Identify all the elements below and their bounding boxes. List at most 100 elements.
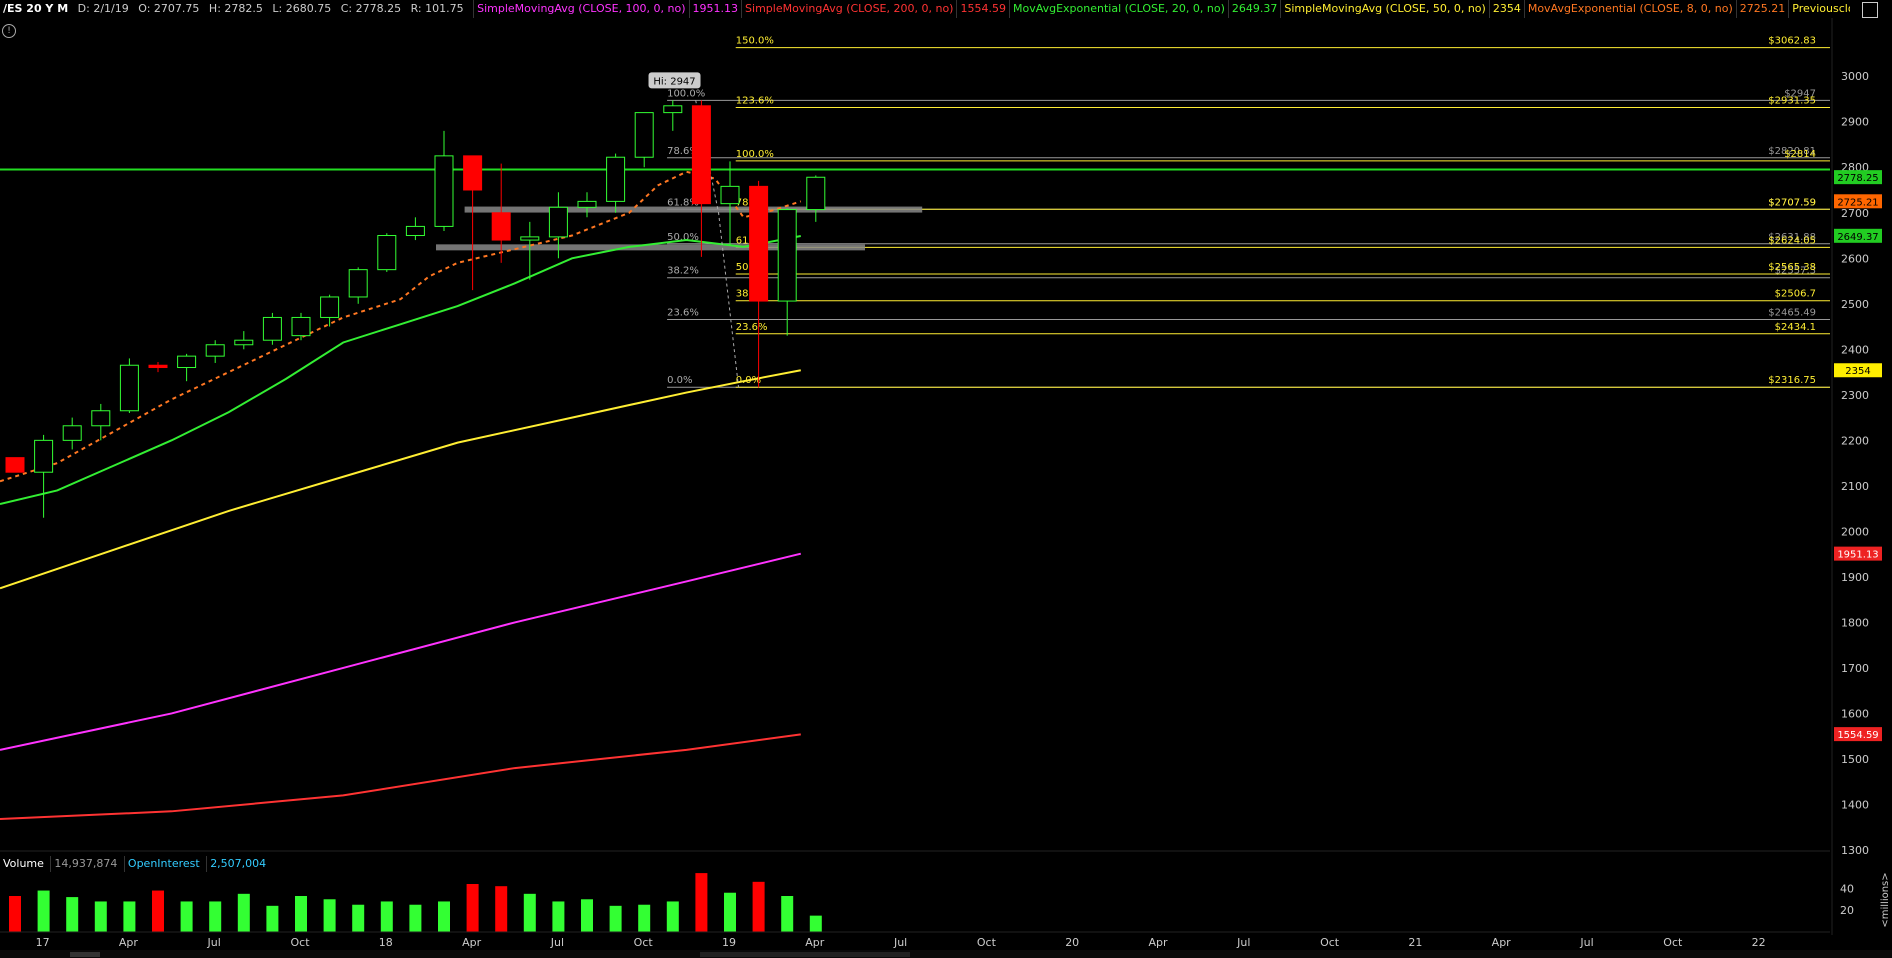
y-tick-label: 2300 <box>1841 389 1869 402</box>
fib-left-pct: 23.6% <box>736 322 768 333</box>
candle-up <box>377 235 397 271</box>
fib-right-price: $2465.49 <box>1768 308 1816 319</box>
fib-left-price: $3062.83 <box>1768 36 1816 47</box>
volume-bar <box>352 904 365 932</box>
fib-left-pct: 100.0% <box>736 149 774 160</box>
fib-right-pct: 100.0% <box>667 88 705 99</box>
x-tick-label: Apr <box>119 936 139 949</box>
x-tick-label: 21 <box>1408 936 1422 949</box>
y-tick-label: 2900 <box>1841 116 1869 129</box>
price-badge-label: 2354 <box>1845 366 1870 377</box>
volume-bar <box>180 901 193 932</box>
y-tick-label: 2000 <box>1841 525 1869 538</box>
volume-bar <box>781 896 794 932</box>
candle-up <box>606 156 626 202</box>
fib-left-price: $2316.75 <box>1768 375 1816 386</box>
candle-up <box>177 355 197 369</box>
price-badge-label: 1951.13 <box>1837 550 1878 561</box>
volume-bar <box>638 904 651 932</box>
fib-left-price: $2506.7 <box>1775 289 1816 300</box>
candle-up <box>348 269 368 298</box>
price-badge-label: 2725.21 <box>1837 197 1878 208</box>
volume-bar <box>380 901 393 932</box>
volume-bar <box>409 904 422 932</box>
x-tick-label: 19 <box>722 936 736 949</box>
volume-bar <box>523 893 536 932</box>
volume-bar <box>695 873 708 932</box>
support-zone <box>464 206 923 213</box>
x-tick-label: Jul <box>550 936 564 949</box>
fib-right-pct: 38.2% <box>667 266 699 277</box>
volume-bar <box>581 899 593 932</box>
price-chart[interactable]: 1300 1400 1500 1600 1700 1800 1900 2000 2100 2200… <box>0 0 1892 950</box>
candle-up <box>91 410 111 427</box>
volume-label: Volume <box>3 857 44 870</box>
volume-bar <box>666 901 679 932</box>
y-tick-label: 3000 <box>1841 70 1869 83</box>
candle-up <box>291 316 311 337</box>
y-tick-label: 1900 <box>1841 571 1869 584</box>
y-tick-label: 2100 <box>1841 480 1869 493</box>
y-tick-label: 2500 <box>1841 298 1869 311</box>
fib-right-pct: 23.6% <box>667 308 699 319</box>
x-tick-label: Oct <box>1663 936 1683 949</box>
candle-up <box>62 425 82 441</box>
fib-left-price: $2707.59 <box>1768 197 1816 208</box>
scroll-track-highlight <box>700 952 910 957</box>
fib-left-price: $2931.35 <box>1768 95 1816 106</box>
y-tick-label: 1700 <box>1841 662 1869 675</box>
fib-left-price: $2624.05 <box>1768 235 1816 246</box>
candle-up <box>663 105 683 114</box>
candle-down <box>691 105 711 205</box>
horizontal-scrollbar[interactable] <box>0 950 1892 958</box>
x-tick-label: Apr <box>1148 936 1168 949</box>
y-tick-label: 2400 <box>1841 343 1869 356</box>
x-tick-label: Jul <box>207 936 221 949</box>
volume-bar <box>552 901 565 932</box>
candle-up <box>434 155 454 227</box>
x-tick-label: Oct <box>977 936 997 949</box>
volume-bar <box>9 896 21 932</box>
volume-bar <box>94 901 107 932</box>
moving-average-line <box>0 170 802 483</box>
x-tick-label: Oct <box>290 936 310 949</box>
price-badge-label: 2778.25 <box>1837 173 1878 184</box>
volume-bar <box>66 897 79 932</box>
open-interest-value: 2,507,004 <box>206 856 269 872</box>
volume-bar <box>438 901 450 932</box>
volume-bar <box>295 896 307 932</box>
volume-bar <box>724 892 736 932</box>
scroll-thumb[interactable] <box>70 952 100 957</box>
y-tick-label: 1500 <box>1841 753 1869 766</box>
volume-bar <box>266 905 279 932</box>
candle-up <box>405 225 425 237</box>
candle-up <box>234 339 254 346</box>
volume-bar <box>123 901 136 932</box>
x-tick-label: Apr <box>462 936 482 949</box>
candle-down <box>463 155 483 191</box>
candle-up <box>806 176 826 211</box>
y-tick-label: 2200 <box>1841 434 1869 447</box>
y-tick-label: 1800 <box>1841 616 1869 629</box>
candle-up <box>262 316 282 341</box>
x-tick-label: 20 <box>1065 936 1079 949</box>
volume-bar <box>209 901 222 932</box>
candle-up <box>320 296 340 318</box>
volume-bar <box>809 915 822 932</box>
x-tick-label: Jul <box>893 936 907 949</box>
candle-down <box>148 364 168 369</box>
candle-up <box>119 364 139 412</box>
y-tick-label: 2600 <box>1841 252 1869 265</box>
x-tick-label: Oct <box>634 936 654 949</box>
candle-up <box>205 344 225 357</box>
candle-up <box>634 112 654 158</box>
x-tick-label: Apr <box>805 936 825 949</box>
hi-callout-text: Hi: 2947 <box>653 76 695 87</box>
fib-left-pct: 150.0% <box>736 36 774 47</box>
candle-up <box>548 206 568 238</box>
x-tick-label: Jul <box>1579 936 1593 949</box>
volume-value: 14,937,874 <box>50 856 120 872</box>
price-badge-label: 1554.59 <box>1837 730 1878 741</box>
y-tick-label: 1600 <box>1841 707 1869 720</box>
volume-header: Volume 14,937,874 OpenInterest 2,507,004 <box>0 856 269 872</box>
